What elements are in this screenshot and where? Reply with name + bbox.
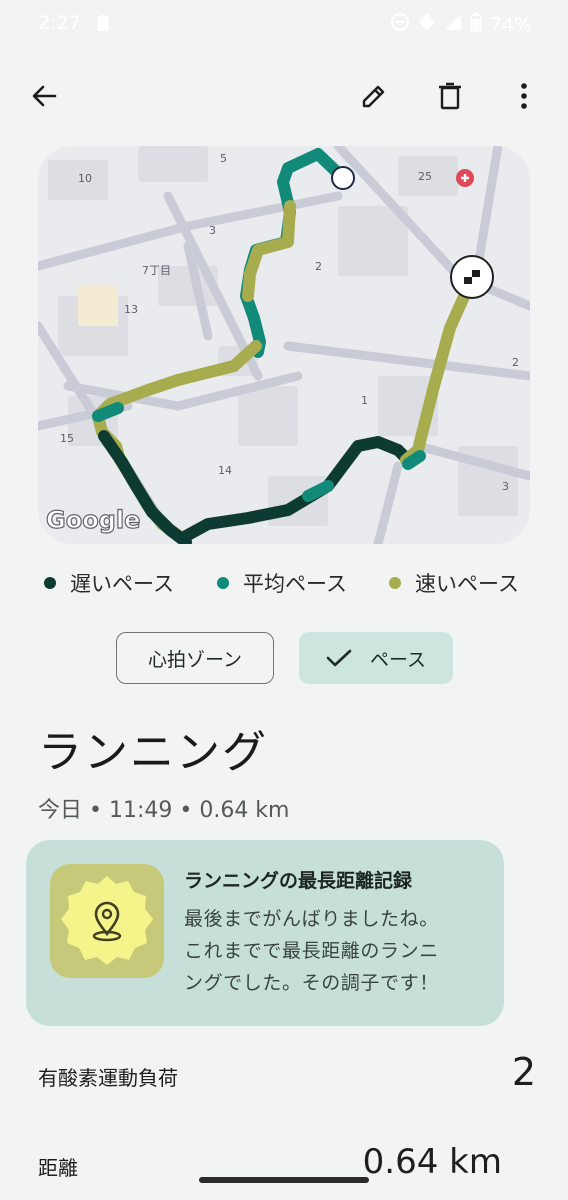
legend-slow: 遅いペース — [44, 568, 174, 598]
legend-fast: 速いペース — [389, 568, 519, 598]
activity-subtitle: 今日 • 11:49 • 0.64 km — [38, 798, 290, 823]
page-title: ランニング — [38, 727, 268, 778]
chip-label: 心拍ゾーン — [147, 648, 243, 671]
chip-label: ペース — [369, 648, 427, 671]
map-label: 7丁目 — [142, 264, 171, 277]
delete-button[interactable] — [430, 76, 470, 116]
more-vert-icon — [521, 83, 527, 109]
edit-button[interactable] — [354, 76, 394, 116]
achievement-badge — [50, 864, 164, 978]
map-label: 13 — [124, 303, 138, 316]
map-label: 25 — [418, 170, 432, 183]
home-indicator[interactable] — [199, 1177, 369, 1183]
pencil-icon — [362, 85, 385, 108]
hospital-pin-icon — [456, 169, 474, 187]
cardio-load-value: 2 — [511, 1050, 536, 1094]
trash-icon — [439, 82, 461, 110]
achievement-text-line: ングでした。その調子です！ — [184, 972, 439, 994]
finish-flag-icon — [450, 255, 494, 299]
cardio-load-label: 有酸素運動負荷 — [38, 1066, 178, 1090]
more-options-button[interactable] — [504, 76, 544, 116]
back-button[interactable] — [24, 76, 64, 116]
map-label: 10 — [78, 172, 92, 185]
achievement-text-line: 最後までがんばりましたね。 — [184, 908, 439, 930]
legend-dot-fast-icon — [389, 577, 401, 589]
legend-dot-average-icon — [217, 577, 229, 589]
distance-label: 距離 — [38, 1156, 78, 1180]
battery-icon — [469, 12, 482, 37]
map-label: 14 — [218, 464, 232, 477]
pace-legend: 遅いペース 平均ペース 速いペース — [0, 568, 568, 600]
signal-icon — [444, 13, 462, 36]
battery-percent: 74% — [489, 13, 532, 36]
badge-shape — [61, 876, 153, 965]
legend-average: 平均ペース — [217, 568, 347, 598]
legend-label: 速いペース — [415, 572, 519, 596]
arrow-left-icon — [32, 85, 57, 107]
google-logo: Google — [46, 506, 140, 534]
map-label: 15 — [60, 432, 74, 445]
legend-dot-slow-icon — [44, 577, 56, 589]
status-indicators: 74% — [390, 12, 532, 37]
pace-chip[interactable]: ペース — [299, 632, 453, 684]
distance-value: 0.64 km — [362, 1142, 502, 1182]
wifi-icon — [418, 12, 436, 37]
route-map[interactable]: 5 10 25 3 2 7丁目 13 2 1 15 14 3 Google — [38, 146, 530, 544]
heart-rate-zone-chip[interactable]: 心拍ゾーン — [116, 632, 274, 684]
achievement-text-line: これまでで最長距離のランニ — [184, 940, 439, 962]
map-label: 5 — [220, 152, 227, 165]
map-label: 3 — [209, 224, 216, 237]
map-label: 2 — [315, 260, 322, 273]
notification-icon — [92, 12, 114, 38]
start-marker-icon — [331, 166, 355, 190]
legend-label: 遅いペース — [70, 572, 174, 596]
map-label: 1 — [361, 394, 368, 407]
status-bar: 2:27 74% — [0, 0, 568, 48]
map-label: 2 — [512, 356, 519, 369]
achievement-card[interactable]: ランニングの最長距離記録 最後までがんばりましたね。 これまでで最長距離のランニ… — [26, 840, 504, 1026]
achievement-title: ランニングの最長距離記録 — [184, 870, 413, 892]
check-icon — [326, 649, 352, 667]
legend-label: 平均ペース — [243, 572, 347, 596]
status-time: 2:27 — [38, 12, 81, 34]
map-label: 3 — [502, 480, 509, 493]
dnd-icon — [390, 12, 410, 37]
